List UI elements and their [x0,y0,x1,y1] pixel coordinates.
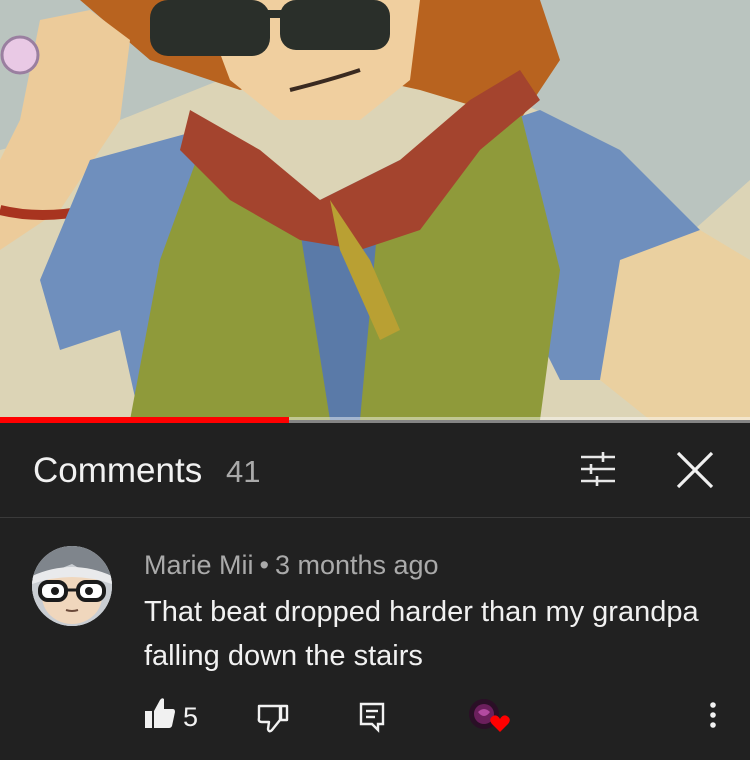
comment-item: Marie Mii • 3 months ago That beat dropped… [0,518,750,760]
video-thumbnail[interactable] [0,0,750,420]
comments-header: Comments 41 [0,423,750,518]
comment-actions: 5 [0,694,750,744]
sort-filter-icon [581,452,615,486]
avatar[interactable] [32,546,112,626]
more-options-button[interactable] [700,694,726,738]
video-artwork [0,0,750,420]
sort-filter-button[interactable] [575,447,621,493]
comments-title: Comments [33,451,203,490]
creator-heart-badge [466,694,512,738]
avatar-image [32,546,112,626]
more-vertical-icon [710,702,716,728]
thumbs-down-icon [257,704,289,733]
comments-count: 41 [226,454,261,489]
dislike-button[interactable] [256,694,290,738]
close-button[interactable] [670,445,720,495]
reply-icon [359,702,385,733]
reply-button[interactable] [356,694,388,738]
like-count: 5 [183,702,199,732]
comment-meta: Marie Mii • 3 months ago [144,550,439,581]
like-button[interactable] [144,694,176,738]
close-icon [676,451,714,489]
comment-author[interactable]: Marie Mii [144,550,254,580]
meta-separator: • [259,550,269,580]
creator-heart-icon [469,699,510,732]
comment-time: 3 months ago [274,550,439,580]
thumbs-up-icon [145,698,175,728]
comment-text: That beat dropped harder than my grandpa… [144,596,699,672]
